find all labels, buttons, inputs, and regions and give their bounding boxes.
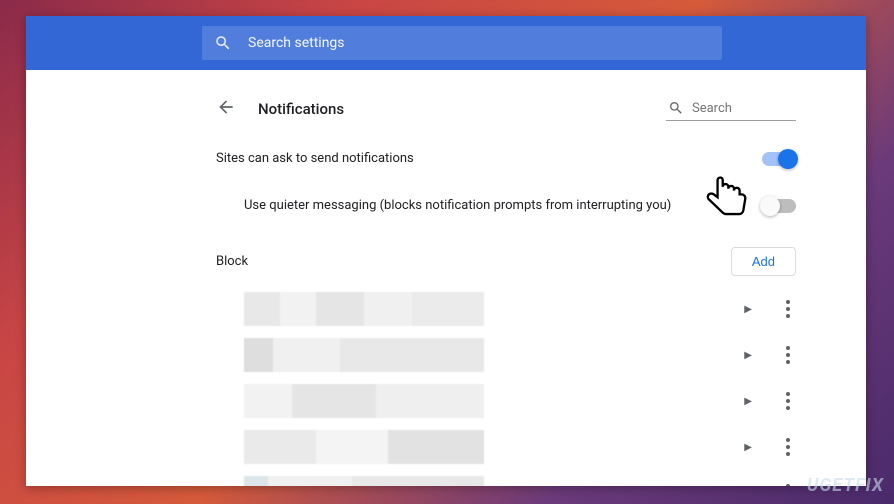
content-area: Notifications Search Sites can ask to se… — [26, 70, 866, 486]
block-list-item: ▶ — [244, 470, 796, 486]
blocked-site-entry — [244, 476, 484, 486]
search-settings-bar[interactable]: Search settings — [202, 26, 722, 60]
more-menu-icon[interactable] — [780, 484, 796, 486]
quieter-messaging-label: Use quieter messaging (blocks notificati… — [216, 198, 671, 213]
page-header: Notifications Search — [216, 88, 796, 135]
sites-can-ask-label: Sites can ask to send notifications — [216, 151, 414, 166]
block-list-item: ▶ — [244, 378, 796, 424]
chevron-right-icon[interactable]: ▶ — [744, 396, 752, 407]
blocked-site-entry — [244, 384, 484, 418]
page-title: Notifications — [258, 100, 344, 118]
top-bar: Search settings — [26, 16, 866, 70]
chevron-right-icon[interactable]: ▶ — [744, 350, 752, 361]
search-settings-placeholder: Search settings — [248, 35, 345, 51]
blocked-site-entry — [244, 430, 484, 464]
block-section-header: Block Add — [216, 229, 796, 286]
quieter-messaging-row: Use quieter messaging (blocks notificati… — [216, 182, 796, 229]
more-menu-icon[interactable] — [780, 300, 796, 318]
more-menu-icon[interactable] — [780, 392, 796, 410]
sites-can-ask-row: Sites can ask to send notifications — [216, 135, 796, 182]
sites-can-ask-toggle[interactable] — [762, 152, 796, 166]
mini-search-input[interactable]: Search — [666, 96, 796, 121]
search-icon — [668, 100, 684, 116]
block-section-title: Block — [216, 254, 248, 269]
block-list-item: ▶ — [244, 332, 796, 378]
search-icon — [214, 34, 232, 52]
chevron-right-icon[interactable]: ▶ — [744, 304, 752, 315]
back-arrow-icon[interactable] — [216, 97, 236, 121]
more-menu-icon[interactable] — [780, 346, 796, 364]
block-list: ▶ ▶ ▶ ▶ — [216, 286, 796, 486]
chevron-right-icon[interactable]: ▶ — [744, 442, 752, 453]
watermark: UGETFIX — [807, 475, 884, 496]
add-button[interactable]: Add — [731, 247, 796, 276]
settings-window: Search settings Notifications Search Sit… — [26, 16, 866, 486]
more-menu-icon[interactable] — [780, 438, 796, 456]
blocked-site-entry — [244, 292, 484, 326]
mini-search-placeholder: Search — [692, 101, 732, 116]
block-list-item: ▶ — [244, 424, 796, 470]
quieter-messaging-toggle[interactable] — [762, 199, 796, 213]
blocked-site-entry — [244, 338, 484, 372]
block-list-item: ▶ — [244, 286, 796, 332]
